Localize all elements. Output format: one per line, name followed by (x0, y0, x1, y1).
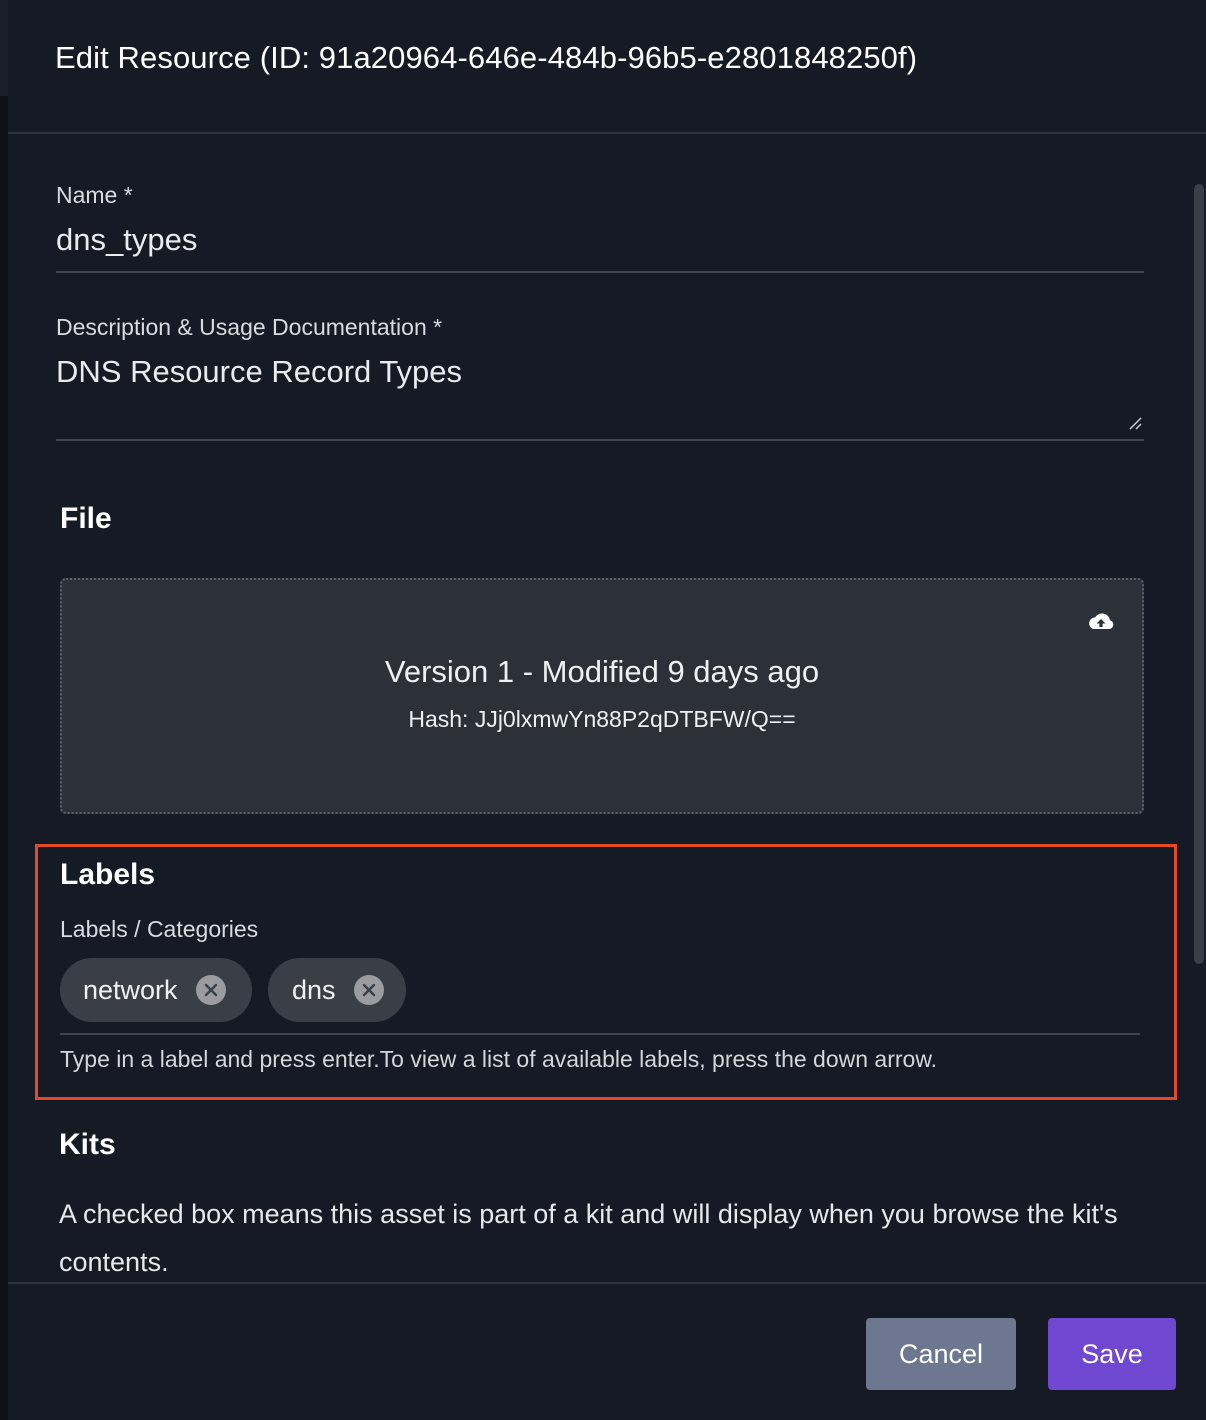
cancel-button[interactable]: Cancel (866, 1318, 1016, 1390)
chip-label: dns (292, 974, 336, 1005)
file-hash-text: Hash: JJj0lxmwYn88P2qDTBFW/Q== (408, 706, 796, 732)
file-section-title: File (60, 502, 112, 535)
labels-helper-text: Type in a label and press enter.To view … (60, 1046, 938, 1072)
cloud-upload-icon[interactable] (1086, 610, 1116, 634)
description-textarea[interactable]: DNS Resource Record Types (56, 354, 462, 390)
scrollbar[interactable] (1192, 136, 1206, 1282)
kits-description: A checked box means this asset is part o… (59, 1199, 1118, 1277)
file-dropzone[interactable]: Version 1 - Modified 9 days ago Hash: JJ… (60, 578, 1144, 814)
labels-field-label: Labels / Categories (60, 916, 259, 942)
description-textarea-underline (56, 439, 1144, 441)
label-chip-network[interactable]: network (60, 958, 252, 1022)
backdrop-strip (0, 0, 8, 1420)
close-circle-icon[interactable] (353, 975, 384, 1005)
labels-section-title: Labels (60, 858, 156, 891)
description-field-label: Description & Usage Documentation * (56, 314, 443, 340)
resize-handle-icon[interactable] (1128, 416, 1142, 430)
scrollbar-thumb[interactable] (1194, 184, 1204, 964)
dialog-body[interactable]: Name * dns_types Description & Usage Doc… (8, 136, 1206, 1282)
name-input-underline (56, 271, 1144, 273)
dialog-header: Edit Resource (ID: 91a20964-646e-484b-96… (8, 0, 1206, 134)
labels-input-underline (60, 1033, 1140, 1035)
save-button[interactable]: Save (1048, 1318, 1176, 1390)
backdrop-strip-top (0, 0, 8, 96)
label-chip-dns[interactable]: dns (268, 958, 406, 1022)
close-circle-icon[interactable] (195, 975, 226, 1005)
kits-section-title: Kits (59, 1128, 116, 1161)
edit-resource-dialog: Edit Resource (ID: 91a20964-646e-484b-96… (8, 0, 1206, 1420)
file-version-text: Version 1 - Modified 9 days ago (384, 654, 820, 689)
dialog-footer: Cancel Save (8, 1282, 1206, 1420)
dialog-title: Edit Resource (ID: 91a20964-646e-484b-96… (55, 40, 918, 75)
chip-label: network (83, 974, 178, 1005)
name-input[interactable]: dns_types (56, 222, 197, 258)
name-field-label: Name * (56, 182, 133, 208)
